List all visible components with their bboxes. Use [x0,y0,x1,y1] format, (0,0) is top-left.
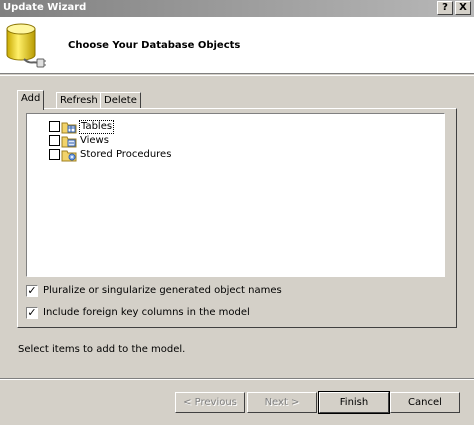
header-divider [0,75,474,76]
tables-label: Tables [79,120,115,134]
help-button[interactable]: ? [437,1,453,15]
tables-checkbox[interactable] [49,121,60,132]
foreign-keys-checkbox[interactable]: ✓ [26,307,38,319]
status-text: Select items to add to the model. [18,344,186,355]
folder-tables-icon [61,122,77,134]
title-bar: Update Wizard ? X [0,0,474,17]
database-objects-tree[interactable]: Tables Views Stored Procedures [26,113,445,277]
views-checkbox[interactable] [49,135,60,146]
stored-procedures-checkbox[interactable] [49,149,60,160]
folder-views-icon [61,136,77,148]
close-button[interactable]: X [455,1,471,15]
next-button[interactable]: Next > [247,392,317,413]
window-title: Update Wizard [3,2,87,13]
database-icon [6,23,46,68]
pluralize-label: Pluralize or singularize generated objec… [43,285,282,296]
cancel-button[interactable]: Cancel [390,392,460,413]
finish-button[interactable]: Finish [318,391,390,414]
foreign-keys-label: Include foreign key columns in the model [43,307,250,318]
page-heading: Choose Your Database Objects [68,40,241,51]
footer-divider-highlight [0,379,474,380]
stored-procedures-label: Stored Procedures [80,149,172,160]
folder-procedures-icon [61,150,77,162]
views-label: Views [80,135,109,146]
tab-panel-add: Tables Views Stored Procedures ✓ Plurali… [17,108,457,328]
tab-add[interactable]: Add [17,90,45,110]
pluralize-checkbox[interactable]: ✓ [26,285,38,297]
wizard-header: Choose Your Database Objects [0,17,474,74]
previous-button[interactable]: < Previous [175,392,245,413]
